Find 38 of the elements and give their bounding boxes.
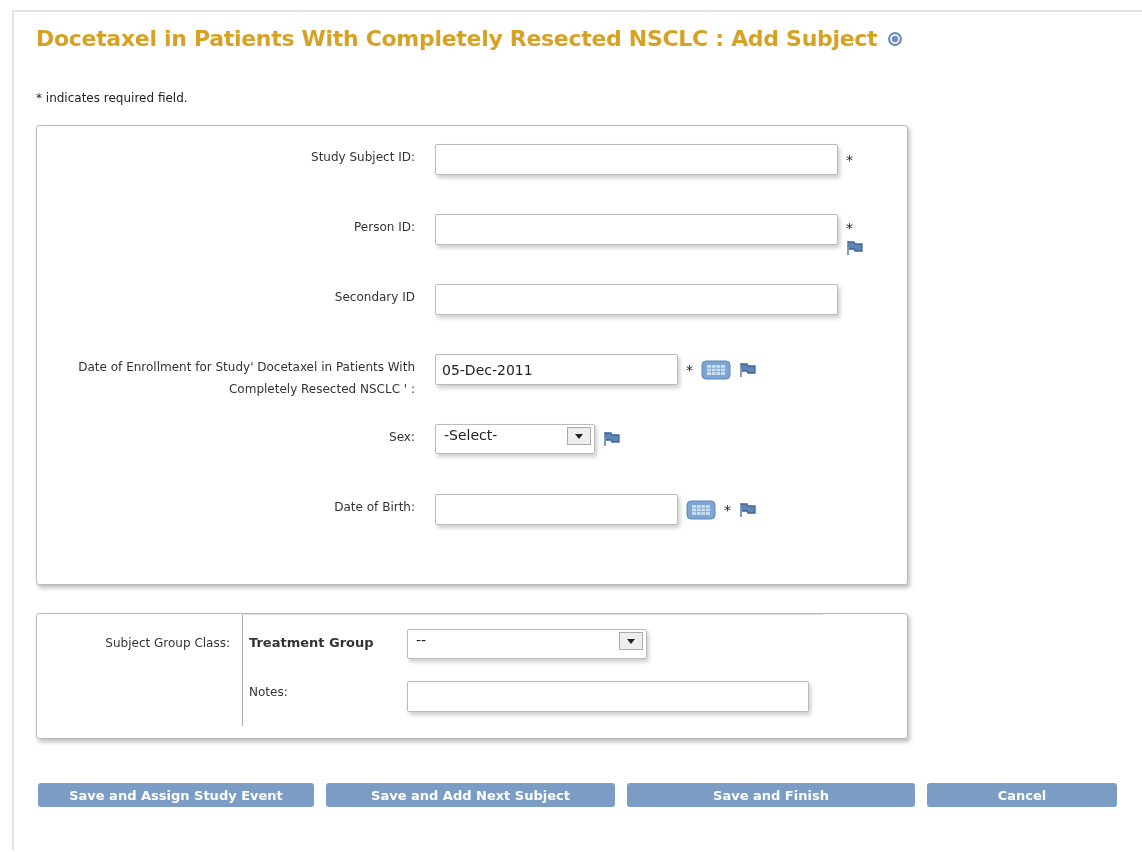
- group-name: Treatment Group: [249, 634, 375, 650]
- flag-icon[interactable]: [739, 361, 757, 378]
- select-dropdown[interactable]: --: [407, 629, 647, 659]
- text-field[interactable]: [435, 144, 838, 175]
- calendar-icon[interactable]: [686, 499, 716, 520]
- select-dropdown[interactable]: -Select-: [435, 424, 595, 454]
- field-label: Study Subject ID:: [310, 149, 415, 166]
- flag-icon[interactable]: [603, 431, 621, 447]
- field-label: Date of Enrollment for Study' Docetaxel in Patients With Completely Resected NSCLC ' :: [77, 359, 415, 398]
- required-mark: *: [846, 151, 853, 168]
- date-field[interactable]: [435, 494, 678, 525]
- caret-icon: [627, 638, 635, 644]
- help-icon[interactable]: [887, 30, 904, 47]
- dropdown-arrow-button[interactable]: [619, 632, 643, 650]
- text-field[interactable]: [435, 214, 838, 245]
- text-field[interactable]: [435, 284, 838, 315]
- flag-icon[interactable]: [739, 501, 757, 518]
- field-label: Date of Birth:: [333, 499, 415, 516]
- required-mark: *: [724, 501, 731, 518]
- action-button[interactable]: Save and Assign Study Event: [38, 783, 314, 807]
- action-button[interactable]: Save and Finish: [627, 783, 915, 807]
- action-button[interactable]: Cancel: [927, 783, 1117, 807]
- field-label: Subject Group Class:: [104, 635, 231, 652]
- required-note: * indicates required field.: [36, 91, 189, 105]
- field-label: Notes:: [249, 684, 289, 699]
- required-mark: *: [686, 361, 693, 378]
- date-field[interactable]: 05-Dec-2011: [435, 354, 678, 385]
- dropdown-arrow-button[interactable]: [567, 427, 591, 445]
- calendar-icon[interactable]: [701, 359, 731, 380]
- field-label: Secondary ID: [333, 289, 415, 306]
- notes-field[interactable]: [407, 681, 809, 712]
- flag-icon[interactable]: [846, 240, 864, 256]
- page-title: Docetaxel in Patients With Completely Resected NSCLC : Add Subject: [36, 26, 878, 51]
- field-label: Sex:: [388, 429, 415, 446]
- caret-icon: [575, 433, 583, 439]
- required-mark: *: [846, 220, 853, 236]
- action-button[interactable]: Save and Add Next Subject: [326, 783, 615, 807]
- field-label: Person ID:: [353, 219, 415, 236]
